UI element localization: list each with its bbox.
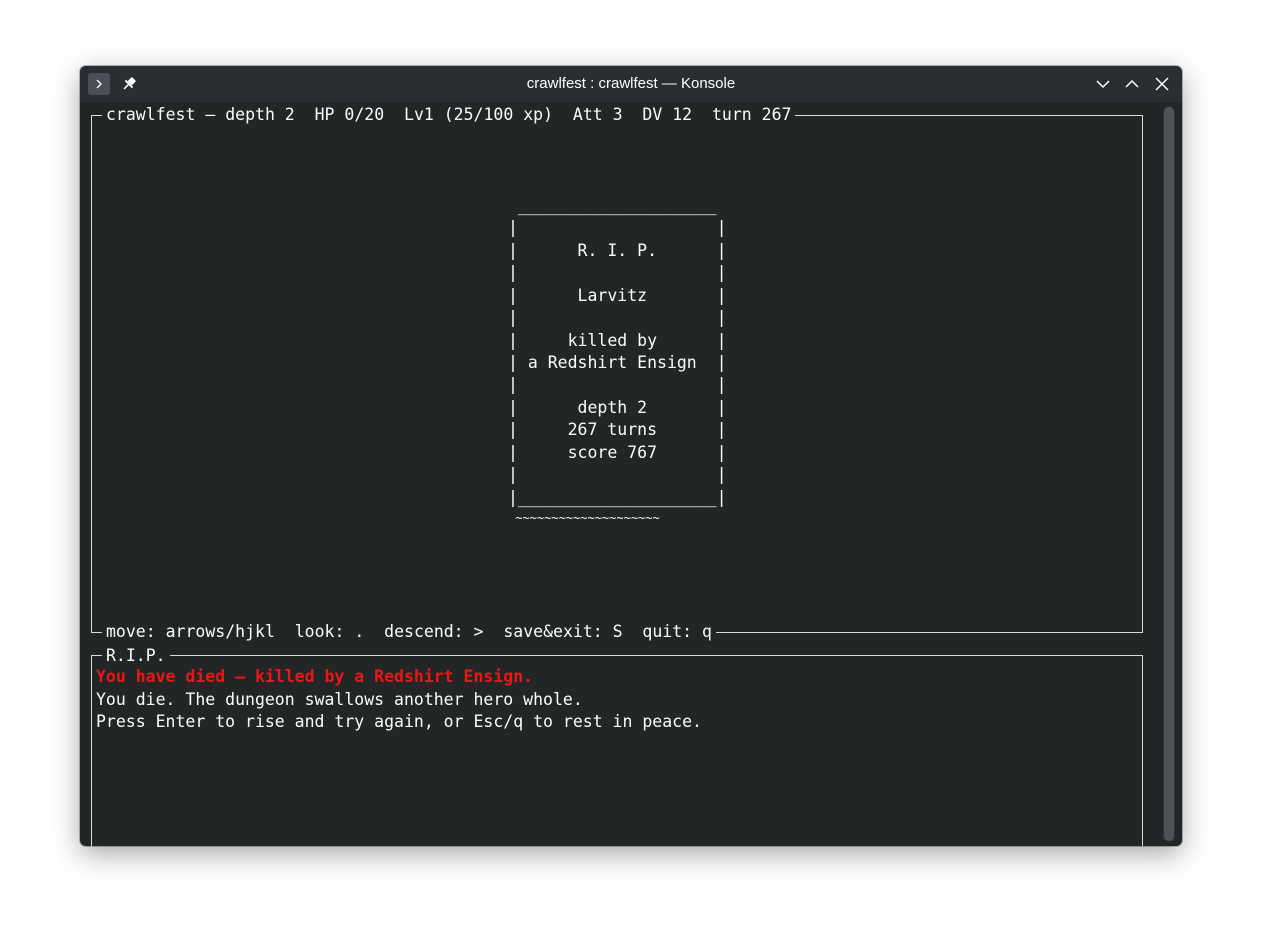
log-message: You die. The dungeon swallows another he…: [96, 690, 583, 709]
tombstone-line: |____________________|: [508, 488, 727, 507]
tombstone-line: | a Redshirt Ensign |: [508, 353, 727, 372]
tombstone-line: | |: [508, 465, 727, 484]
tombstone-line: | killed by |: [508, 331, 727, 350]
chevron-down-icon[interactable]: [1092, 73, 1114, 95]
tombstone-line: | 267 turns |: [508, 420, 727, 439]
window-title: crawlfest : crawlfest — Konsole: [526, 75, 736, 92]
tombstone-line: | |: [508, 375, 727, 394]
tombstone-line: | Larvitz |: [508, 286, 727, 305]
chevron-up-icon[interactable]: [1121, 73, 1143, 95]
tombstone-line: ~~~~~~~~~~~~~~~~~~~~: [508, 511, 660, 525]
log-message: Press Enter to rise and try again, or Es…: [96, 712, 702, 731]
konsole-window: crawlfest : crawlfest — Konsole crawlfes…: [80, 66, 1182, 846]
tombstone-line: ____________________: [508, 196, 717, 215]
tombstone-line: | |: [508, 308, 727, 327]
scrollbar[interactable]: [1163, 106, 1175, 842]
tombstone-line: | score 767 |: [508, 443, 727, 462]
terminal-area[interactable]: crawlfest — depth 2 HP 0/20 Lv1 (25/100 …: [80, 102, 1160, 846]
status-header: crawlfest — depth 2 HP 0/20 Lv1 (25/100 …: [102, 104, 796, 126]
close-icon[interactable]: [1151, 73, 1173, 95]
tombstone-line: | |: [508, 218, 727, 237]
status-footer: move: arrows/hjkl look: . descend: > sav…: [102, 621, 716, 643]
scrollbar-thumb[interactable]: [1164, 107, 1174, 841]
tombstone-line: | depth 2 |: [508, 398, 727, 417]
tombstone-line: | R. I. P. |: [508, 241, 727, 260]
log-title: R.I.P.: [102, 645, 170, 667]
log-message-death: You have died — killed by a Redshirt Ens…: [96, 667, 534, 686]
tombstone-line: | |: [508, 263, 727, 282]
titlebar[interactable]: crawlfest : crawlfest — Konsole: [80, 66, 1182, 102]
